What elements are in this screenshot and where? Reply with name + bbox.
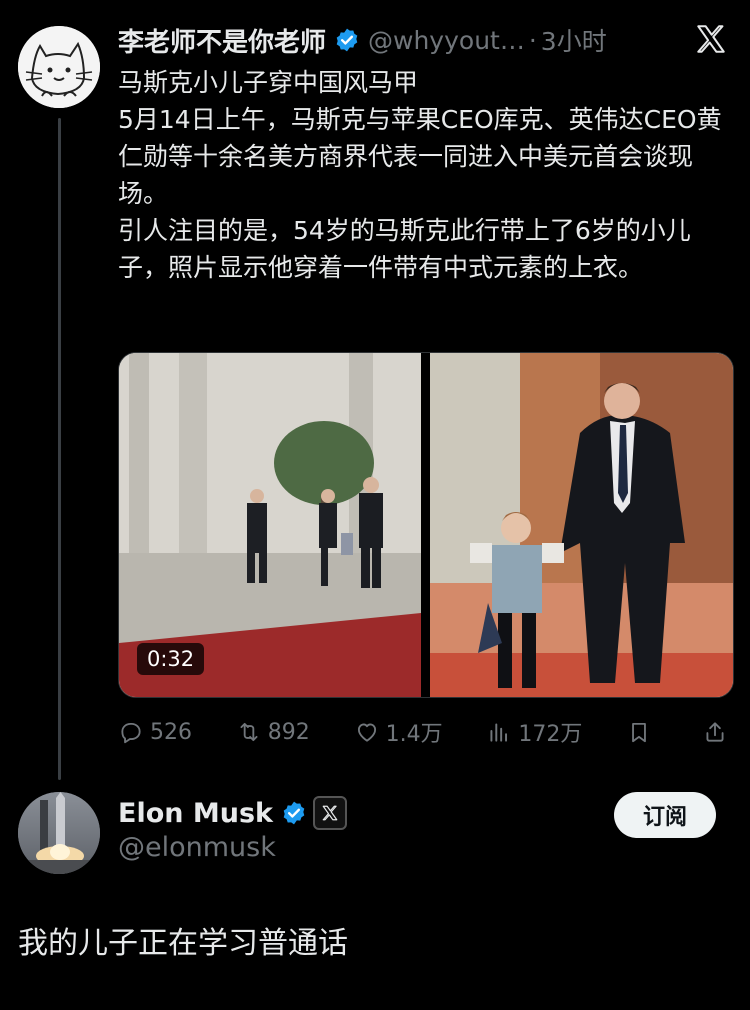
bookmark-action[interactable] [626,719,658,745]
tweet-line-paragraph-1: 5月14日上午，马斯克与苹果CEO库克、英伟达CEO黄仁勋等十余名美方商界代表一… [118,105,722,208]
author-name[interactable]: 李老师不是你老师 [118,22,326,59]
verified-badge-icon [283,801,305,825]
retweet-icon [240,722,258,742]
cat-sketch-icon [18,26,100,108]
share-icon [706,722,724,742]
photo-thumbnail[interactable] [430,353,733,697]
tweet-line-title: 马斯克小儿子穿中国风马甲 [118,68,419,97]
views-action[interactable]: 172万 [486,716,582,748]
tweet-header: 李老师不是你老师 @whyyout… · 3小时 [118,22,718,58]
musk-son-photo-image [430,353,733,697]
subscribe-button[interactable]: 订阅 [614,792,716,838]
reply-icon [121,722,141,744]
reply-header: Elon Musk [118,796,347,830]
reply-action[interactable]: 526 [118,719,192,745]
x-affiliation-badge [313,796,347,830]
media-gallery[interactable]: 0:32 [118,352,734,698]
media-divider [421,353,430,697]
heart-icon [357,723,376,742]
elon-avatar[interactable] [18,792,100,874]
author-handle[interactable]: @whyyout… [368,26,525,55]
rocket-launch-image [18,792,100,874]
thread-connector-line [58,118,61,780]
like-action[interactable]: 1.4万 [354,716,443,748]
reply-author-handle[interactable]: @elonmusk [118,832,276,863]
share-action[interactable] [702,719,734,745]
separator-dot: · [528,25,537,55]
video-thumbnail[interactable]: 0:32 [119,353,421,697]
bookmark-icon [632,722,647,743]
reply-count: 526 [150,719,192,745]
views-bar-chart-icon [490,723,508,742]
verified-badge-icon [336,28,358,52]
video-duration-badge: 0:32 [137,643,205,675]
views-count: 172万 [518,722,583,747]
x-logo-icon[interactable] [694,22,728,56]
like-count: 1.4万 [385,722,443,747]
tweet-action-bar: 526 892 1.4万 172万 [118,712,734,752]
tweet-body: 马斯克小儿子穿中国风马甲 5月14日上午，马斯克与苹果CEO库克、英伟达CEO黄… [118,64,730,286]
reply-body: 我的儿子正在学习普通话 [18,926,348,961]
reply-author-name[interactable]: Elon Musk [118,798,273,829]
tweet-line-paragraph-2: 引人注目的是，54岁的马斯克此行带上了6岁的小儿子，照片显示他穿着一件带有中式元… [118,216,691,282]
retweet-count: 892 [267,719,310,745]
retweet-action[interactable]: 892 [236,719,310,745]
author-avatar[interactable] [18,26,100,108]
x-logo-icon [322,805,338,821]
tweet-time[interactable]: 3小时 [541,22,607,58]
